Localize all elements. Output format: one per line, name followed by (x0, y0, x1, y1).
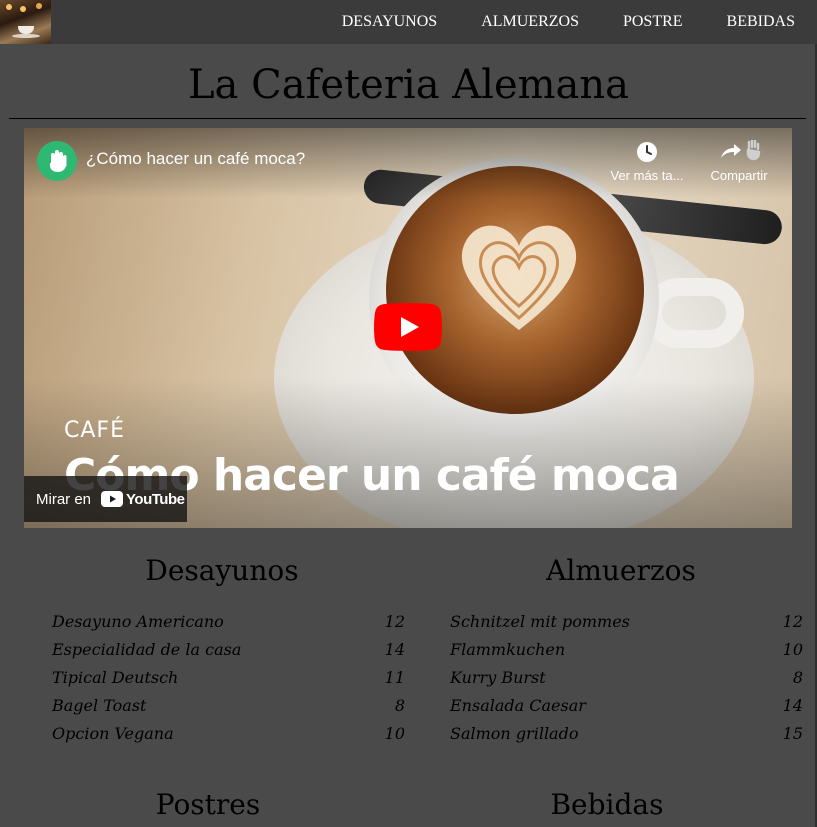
menu-item-name: Especialidad de la casa (52, 640, 242, 659)
play-button-icon[interactable] (374, 303, 442, 351)
youtube-logo: YouTube (101, 490, 185, 508)
title-divider (9, 118, 806, 119)
logo-cup (18, 26, 34, 34)
menu-item: Bagel Toast 8 (52, 692, 405, 720)
menu-item-name: Flammkuchen (450, 640, 566, 659)
menu-item-price: 10 (384, 724, 405, 743)
menu-item: Salmon grillado 15 (450, 720, 803, 748)
menu-title-desayunos: Desayunos (145, 554, 299, 587)
menu-item-price: 10 (782, 640, 803, 659)
nav-link-desayunos[interactable]: DESAYUNOS (320, 0, 459, 44)
watch-on-label: Mirar en (36, 490, 92, 508)
channel-avatar[interactable] (37, 141, 77, 181)
nav-link-bebidas[interactable]: BEBIDAS (705, 0, 817, 44)
menu-list-desayunos: Desayuno Americano 12 Especialidad de la… (37, 608, 405, 748)
menu-item: Schnitzel mit pommes 12 (450, 608, 803, 636)
nav-links: DESAYUNOS ALMUERZOS POSTRE BEBIDAS (320, 0, 817, 44)
menu-item-price: 12 (782, 612, 803, 631)
menu-almuerzos: Almuerzos Schnitzel mit pommes 12 Flammk… (436, 553, 806, 748)
video-title[interactable]: ¿Cómo hacer un café moca? (86, 149, 305, 169)
menu-item-price: 8 (792, 668, 803, 687)
menu-item-name: Opcion Vegana (52, 724, 174, 743)
top-navbar: DESAYUNOS ALMUERZOS POSTRE BEBIDAS (0, 0, 817, 44)
menu-item-name: Ensalada Caesar (450, 696, 586, 715)
menu-list-almuerzos: Schnitzel mit pommes 12 Flammkuchen 10 K… (436, 608, 803, 748)
menu-item-name: Tipical Deutsch (52, 668, 179, 687)
menu-item-name: Bagel Toast (52, 696, 147, 715)
watch-later-label: Ver más ta... (610, 168, 684, 183)
menu-item-name: Salmon grillado (450, 724, 579, 743)
menu-item-name: Desayuno Americano (52, 612, 224, 631)
share-label: Compartir (710, 168, 768, 183)
menu-desayunos: Desayunos Desayuno Americano 12 Especial… (37, 553, 407, 748)
youtube-video-embed[interactable]: ¿Cómo hacer un café moca? Ver más ta... … (24, 128, 792, 528)
menu-item-price: 14 (384, 640, 405, 659)
menu-item-price: 8 (394, 696, 405, 715)
latte-art-heart (461, 225, 577, 330)
menu-item-name: Kurry Burst (450, 668, 546, 687)
menu-item: Especialidad de la casa 14 (52, 636, 405, 664)
menu-item-price: 14 (782, 696, 803, 715)
share-icon (721, 140, 761, 161)
watch-on-youtube-button[interactable]: Mirar en YouTube (24, 476, 187, 522)
menu-item: Tipical Deutsch 11 (52, 664, 405, 692)
page-title: La Cafeteria Alemana (187, 62, 629, 108)
menu-item-name: Schnitzel mit pommes (450, 612, 630, 631)
share-button[interactable]: Compartir (699, 140, 779, 183)
thumbnail-cup-handle (644, 278, 744, 348)
logo-lamps (6, 4, 12, 10)
section-title-postres: Postres (155, 788, 261, 821)
youtube-play-icon (101, 491, 124, 507)
clock-icon (637, 142, 657, 162)
menu-item-price: 12 (384, 612, 405, 631)
nav-link-almuerzos[interactable]: ALMUERZOS (459, 0, 601, 44)
nav-link-postre[interactable]: POSTRE (601, 0, 705, 44)
watch-later-button[interactable]: Ver más ta... (607, 140, 687, 183)
hand-icon (49, 150, 67, 172)
section-title-bebidas: Bebidas (550, 788, 664, 821)
cafe-logo-image[interactable] (0, 0, 51, 44)
menu-item: Desayuno Americano 12 (52, 608, 405, 636)
menu-item-price: 15 (782, 724, 803, 743)
menu-item-price: 11 (384, 668, 405, 687)
menu-item: Opcion Vegana 10 (52, 720, 405, 748)
menu-title-almuerzos: Almuerzos (546, 554, 696, 587)
menu-item: Flammkuchen 10 (450, 636, 803, 664)
video-category-label: CAFÉ (64, 418, 125, 443)
menu-item: Ensalada Caesar 14 (450, 692, 803, 720)
youtube-wordmark: YouTube (126, 490, 185, 508)
logo-saucer (12, 34, 40, 38)
menu-item: Kurry Burst 8 (450, 664, 803, 692)
